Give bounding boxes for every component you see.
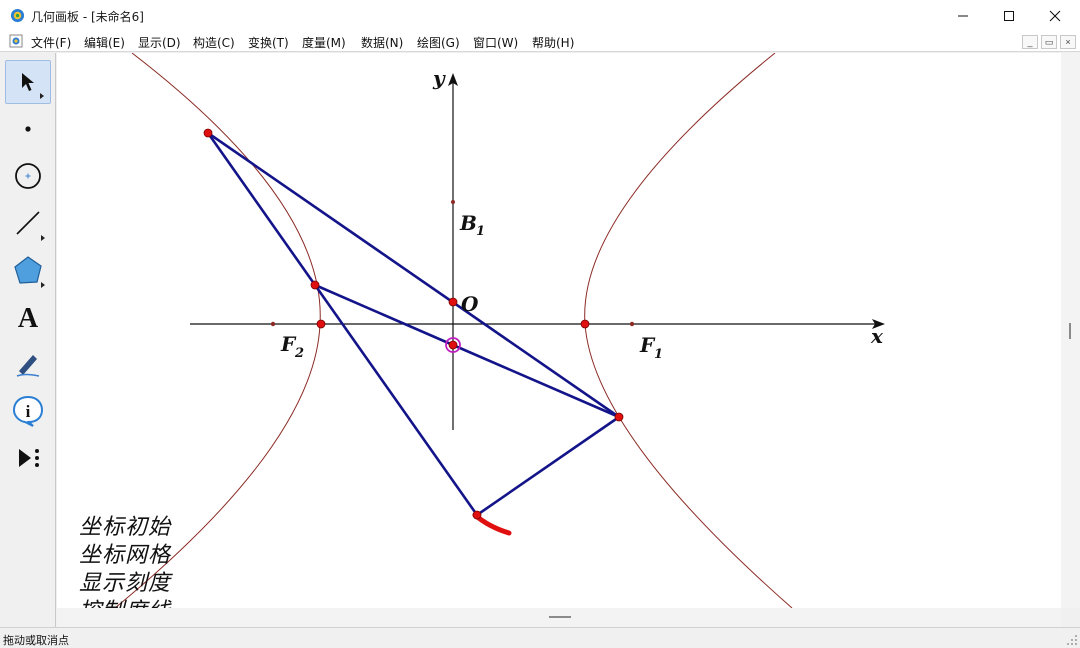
sketch-canvas[interactable]: y x B 1 O F 2 F 1 坐标初始 坐标网格 显示刻度 控制度线	[57, 53, 1061, 608]
app-logo-icon	[10, 8, 25, 23]
label-F1[interactable]: F 1	[639, 333, 663, 362]
menu-help[interactable]: 帮助(H)	[532, 34, 574, 51]
menu-bar: 文件(F) 编辑(E) 显示(D) 构造(C) 变换(T) 度量(M) 数据(N…	[0, 31, 1080, 52]
segment-p5-p4[interactable]	[476, 415, 620, 517]
svg-text:2: 2	[294, 346, 304, 361]
segment-p1-p4[interactable]	[207, 131, 620, 419]
title-bar[interactable]: 几何画板 - [未命名6]	[0, 0, 1080, 31]
svg-text:1: 1	[476, 224, 485, 239]
polygon-tool[interactable]	[5, 248, 51, 292]
point-F1[interactable]	[629, 321, 635, 327]
point-hyperbola-right[interactable]	[614, 412, 624, 422]
straightedge-tool[interactable]	[5, 201, 51, 245]
geometry-drawing[interactable]: y x B 1 O F 2 F 1	[57, 53, 1061, 608]
arrow-cursor-icon	[22, 73, 34, 91]
doc-minimize-button[interactable]: _	[1022, 35, 1038, 49]
label-O[interactable]: O	[461, 292, 479, 316]
point-hyperbola-left[interactable]	[310, 280, 320, 290]
hyperbola-right-branch[interactable]	[584, 53, 793, 608]
menu-display[interactable]: 显示(D)	[138, 34, 181, 51]
document-icon[interactable]	[9, 34, 23, 48]
point-tool[interactable]	[5, 107, 51, 151]
status-bar: 拖动或取消点	[0, 627, 1080, 648]
pen-icon	[16, 355, 40, 377]
point-icon	[25, 126, 31, 132]
horizontal-scrollbar[interactable]	[57, 608, 1061, 627]
toolbox: A i	[0, 53, 56, 627]
minimize-icon	[958, 15, 968, 16]
point-F2[interactable]	[270, 321, 276, 327]
marker-tool[interactable]	[5, 342, 51, 386]
y-axis-label[interactable]: y	[432, 66, 446, 90]
doc-restore-button[interactable]: ▭	[1041, 35, 1057, 49]
vertical-scroll-thumb[interactable]	[1069, 323, 1071, 339]
vertex-right[interactable]	[580, 319, 590, 329]
svg-text:A: A	[18, 303, 39, 332]
horizontal-scroll-thumb[interactable]	[549, 616, 571, 618]
info-icon: i	[12, 395, 44, 427]
menu-file[interactable]: 文件(F)	[31, 34, 71, 51]
geometry-sketchpad-window: 几何画板 - [未命名6] 文件(F) 编辑(E) 显示(D) 构造(C) 变换…	[0, 0, 1080, 648]
svg-text:B: B	[459, 211, 477, 235]
menu-construct[interactable]: 构造(C)	[193, 34, 235, 51]
menu-data[interactable]: 数据(N)	[361, 34, 403, 51]
compass-tool[interactable]	[5, 154, 51, 198]
status-text: 拖动或取消点	[3, 634, 69, 647]
information-tool[interactable]: i	[5, 389, 51, 433]
custom-tool-icon	[19, 449, 39, 467]
vertical-scrollbar[interactable]	[1061, 53, 1080, 608]
segment-m-p4[interactable]	[452, 343, 620, 419]
maximize-button[interactable]	[986, 0, 1032, 31]
segment-p1-p2[interactable]	[206, 132, 317, 286]
text-tool[interactable]: A	[5, 295, 51, 339]
custom-tool[interactable]	[5, 436, 51, 480]
label-B1[interactable]: B 1	[459, 211, 485, 239]
point-midpoint-selected[interactable]	[448, 340, 458, 350]
x-axis-label[interactable]: x	[870, 324, 884, 348]
move-arrow-tool[interactable]	[5, 60, 51, 104]
doc-close-button[interactable]: ×	[1060, 35, 1076, 49]
resize-grip-icon[interactable]	[1066, 634, 1078, 646]
svg-text:1: 1	[654, 347, 663, 362]
close-icon	[1049, 10, 1061, 21]
window-title: 几何画板 - [未命名6]	[31, 10, 144, 24]
menu-graph[interactable]: 绘图(G)	[417, 34, 460, 51]
segment-icon	[16, 211, 40, 235]
svg-text:i: i	[26, 402, 31, 421]
circle-icon	[15, 163, 41, 189]
maximize-icon	[1004, 10, 1014, 21]
minimize-button[interactable]	[940, 0, 986, 31]
point-hyperbola-upper-left[interactable]	[203, 128, 213, 138]
point-bottom[interactable]	[472, 510, 482, 520]
menu-transform[interactable]: 变换(T)	[248, 34, 289, 51]
polygon-icon	[14, 256, 42, 284]
menu-edit[interactable]: 编辑(E)	[84, 34, 125, 51]
point-B1[interactable]	[451, 200, 455, 204]
text-A-icon: A	[18, 303, 39, 332]
control-lines-button[interactable]: 控制度线	[79, 593, 171, 608]
menu-window[interactable]: 窗口(W)	[473, 34, 518, 51]
point-O[interactable]	[448, 297, 458, 307]
menu-measure[interactable]: 度量(M)	[302, 34, 346, 51]
close-button[interactable]	[1032, 0, 1078, 31]
vertex-left[interactable]	[316, 319, 326, 329]
label-F2[interactable]: F 2	[280, 332, 304, 361]
